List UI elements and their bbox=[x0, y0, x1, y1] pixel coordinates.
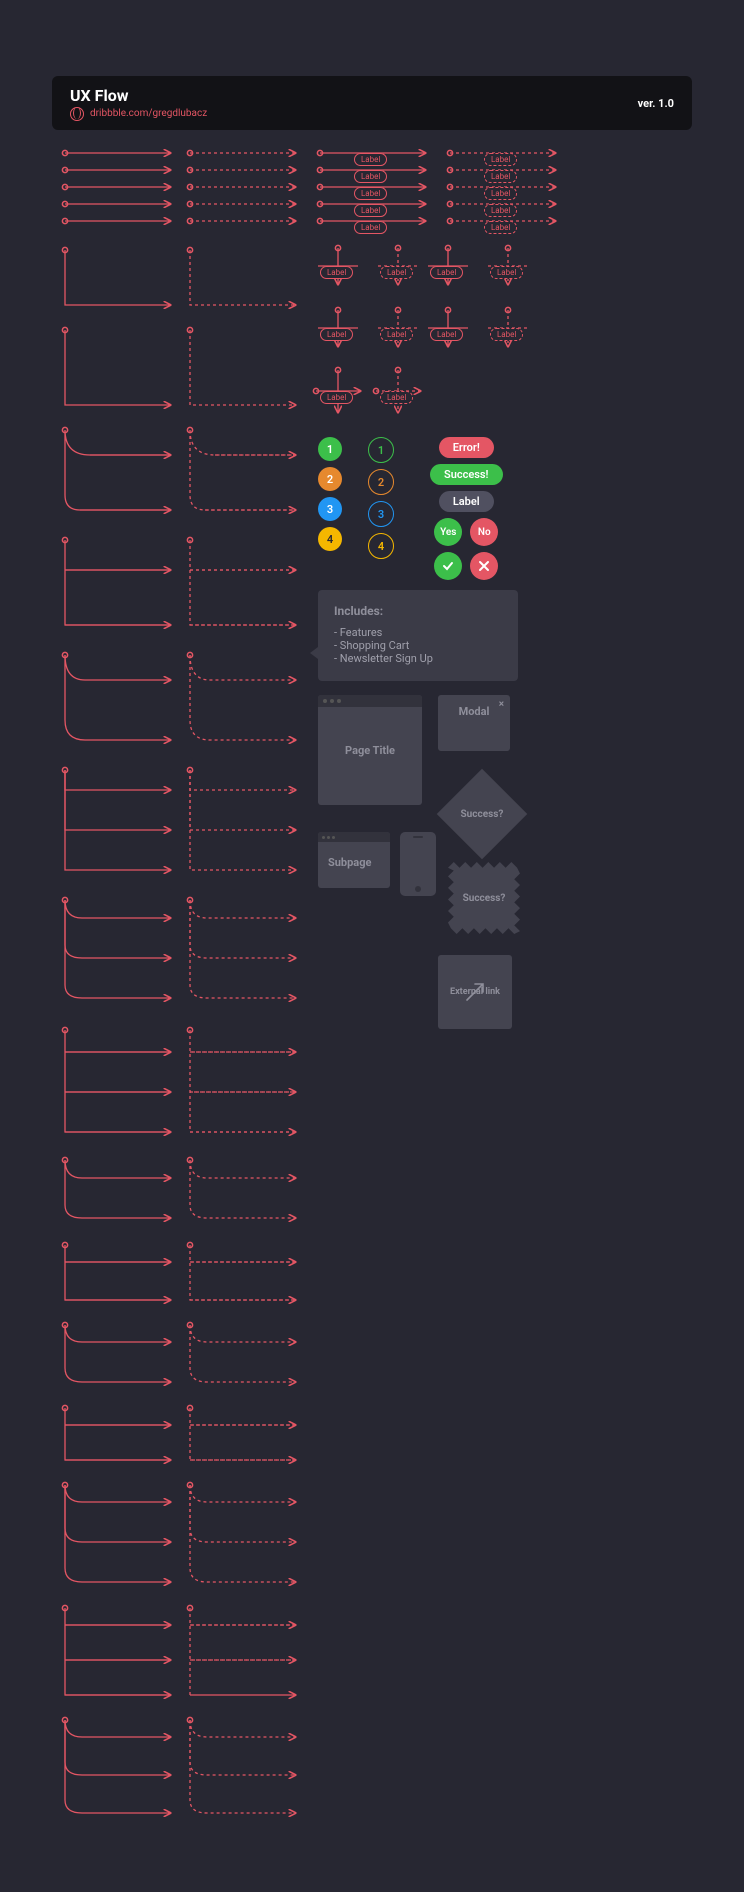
badge-2: 2 bbox=[318, 467, 342, 491]
connector-label: Label bbox=[380, 260, 413, 279]
connector-label: Label bbox=[320, 322, 353, 341]
subpage-element[interactable]: Subpage bbox=[318, 832, 390, 888]
external-link-element[interactable]: External link bbox=[438, 955, 512, 1029]
modal-element[interactable]: Modal × bbox=[438, 695, 510, 751]
connector-label: Label bbox=[354, 215, 387, 234]
badge-4-outline: 4 bbox=[368, 533, 394, 559]
badge-1-outline: 1 bbox=[368, 437, 394, 463]
connector-label: Label bbox=[320, 260, 353, 279]
connector-label: Label bbox=[380, 385, 413, 404]
includes-item: - Features bbox=[334, 626, 502, 639]
connector-label: Label bbox=[430, 260, 463, 279]
phone-element[interactable] bbox=[400, 832, 436, 896]
label-pill: Label bbox=[439, 491, 494, 512]
success-pill: Success! bbox=[430, 464, 503, 485]
includes-title: Includes: bbox=[334, 604, 502, 618]
badge-4: 4 bbox=[318, 527, 342, 551]
badge-3: 3 bbox=[318, 497, 342, 521]
error-pill: Error! bbox=[439, 437, 494, 458]
connector-label: Label bbox=[320, 385, 353, 404]
includes-card: Includes: - Features - Shopping Cart - N… bbox=[318, 590, 518, 681]
badge-1: 1 bbox=[318, 437, 342, 461]
connectors-svg bbox=[0, 0, 744, 1892]
yes-button[interactable]: Yes bbox=[434, 518, 462, 546]
connector-label: Label bbox=[430, 322, 463, 341]
status-pills: Error! Success! Label Yes No bbox=[430, 437, 503, 580]
close-icon[interactable] bbox=[470, 552, 498, 580]
close-icon[interactable]: × bbox=[499, 699, 504, 710]
badge-2-outline: 2 bbox=[368, 469, 394, 495]
connector-label: Label bbox=[484, 215, 517, 234]
includes-item: - Shopping Cart bbox=[334, 639, 502, 652]
check-icon[interactable] bbox=[434, 552, 462, 580]
badge-3-outline: 3 bbox=[368, 501, 394, 527]
no-button[interactable]: No bbox=[470, 518, 498, 546]
number-badges-filled: 1 2 3 4 bbox=[318, 437, 342, 551]
arrow-icon bbox=[461, 978, 489, 1006]
page-element[interactable]: Page Title bbox=[318, 695, 422, 805]
number-badges-outlined: 1 2 3 4 bbox=[368, 437, 394, 559]
connector-label: Label bbox=[380, 322, 413, 341]
stamp-element[interactable]: Success? bbox=[448, 862, 520, 934]
connector-label: Label bbox=[490, 322, 523, 341]
connector-label: Label bbox=[490, 260, 523, 279]
includes-item: - Newsletter Sign Up bbox=[334, 652, 502, 665]
